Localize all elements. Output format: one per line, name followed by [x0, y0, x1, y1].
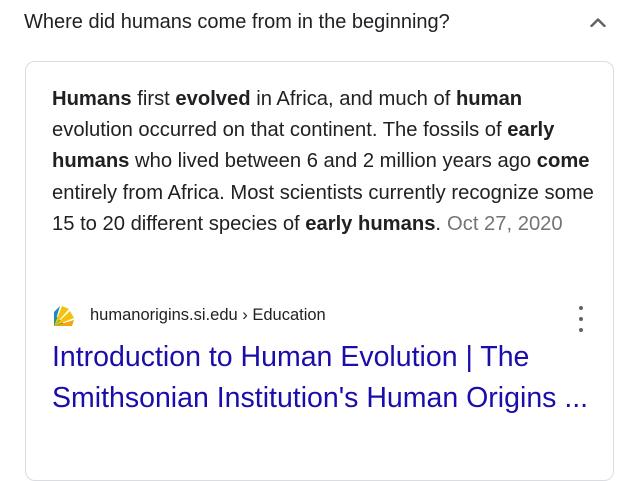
collapse-button[interactable] [584, 8, 612, 36]
answer-text: first [131, 88, 176, 110]
question-row[interactable]: Where did humans come from in the beginn… [0, 0, 640, 50]
answer-emphasis: early humans [305, 212, 436, 235]
more-options-button[interactable] [569, 306, 593, 332]
result-title-link[interactable]: Introduction to Human Evolution | The Sm… [52, 337, 602, 418]
answer-emphasis: human [455, 88, 523, 110]
answer-text: evolution occurred on that continent. Th… [52, 119, 508, 142]
answer-emphasis: evolved [175, 88, 251, 110]
featured-snippet-text: Humans first evolved in Africa, and much… [52, 84, 597, 240]
more-vert-icon [579, 306, 583, 310]
answer-emphasis: Humans [52, 88, 132, 110]
source-row[interactable]: humanorigins.si.edu › Education [52, 302, 602, 330]
answer-emphasis: come [536, 150, 590, 173]
source-category: Education [252, 306, 326, 324]
answer-text: who lived between 6 and 2 million years … [129, 150, 537, 173]
source-domain: humanorigins.si.edu [90, 306, 238, 324]
chevron-up-icon [590, 18, 606, 27]
smithsonian-sunburst-icon [54, 306, 74, 326]
question-text: Where did humans come from in the beginn… [24, 11, 450, 33]
source-breadcrumb[interactable]: humanorigins.si.edu › Education [90, 306, 326, 325]
breadcrumb-separator: › [237, 306, 253, 324]
answer-text: in Africa, and much of [250, 88, 456, 110]
answer-text: . [435, 212, 442, 235]
more-vert-icon-dot [579, 328, 583, 332]
snippet-date: Oct 27, 2020 [447, 212, 563, 235]
more-vert-icon-dot [579, 317, 583, 321]
